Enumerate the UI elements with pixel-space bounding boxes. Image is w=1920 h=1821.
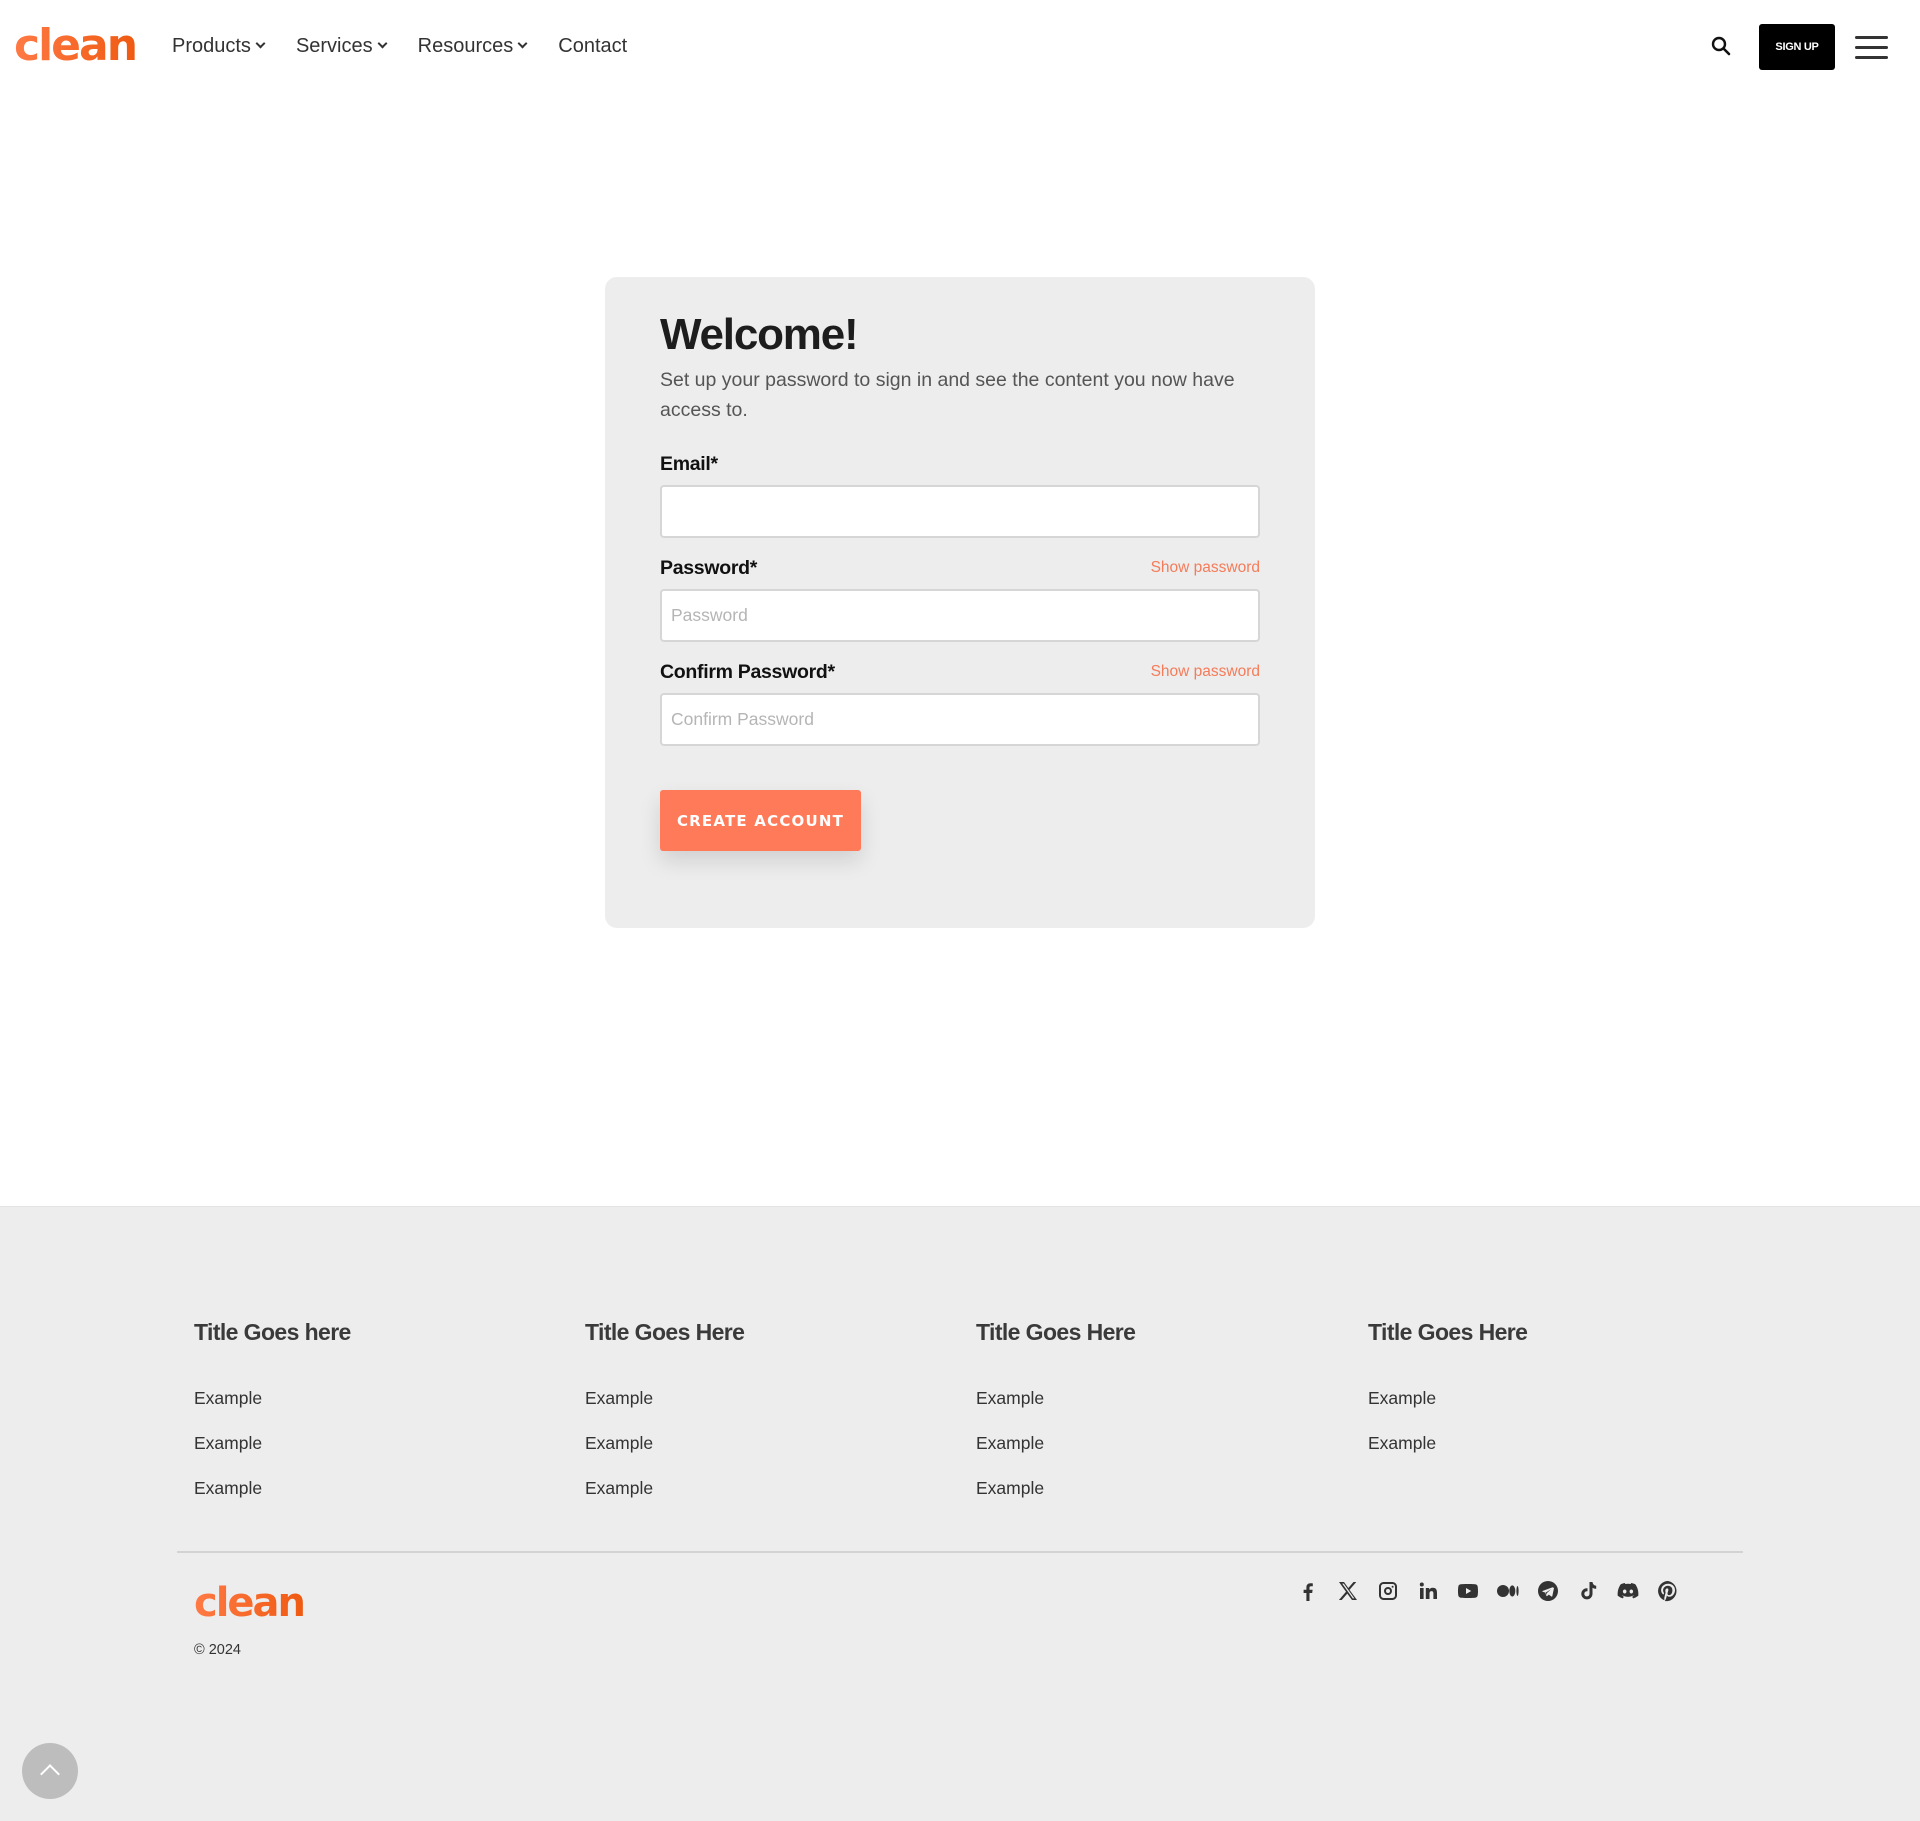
intro-text: Set up your password to sign in and see … [660, 369, 1235, 421]
footer-divider [177, 1551, 1743, 1553]
pinterest-icon[interactable] [1656, 1579, 1680, 1603]
footer-column-title: Title Goes here [194, 1319, 351, 1345]
footer-column: Title Goes Here Example Example [1368, 1317, 1528, 1477]
linkedin-icon[interactable] [1416, 1579, 1440, 1603]
footer-link[interactable]: Example [976, 1432, 1135, 1454]
footer-column-title: Title Goes Here [976, 1319, 1136, 1345]
footer-column: Title Goes here Example Example Example [194, 1317, 351, 1522]
copyright: © 2024 [194, 1642, 241, 1658]
footer-link[interactable]: Example [194, 1477, 351, 1499]
chevron-down-icon [517, 38, 528, 49]
nav-item-contact[interactable]: Contact [558, 30, 627, 62]
nav-item-services[interactable]: Services [295, 30, 388, 62]
nav-label: Services [295, 35, 373, 57]
chevron-down-icon [255, 38, 266, 49]
footer-link[interactable]: Example [976, 1477, 1135, 1499]
footer-logo[interactable]: clean [194, 1575, 306, 1631]
main-nav: Products Services Resources Contact [172, 30, 659, 62]
footer-column-title: Title Goes Here [585, 1319, 745, 1345]
instagram-icon[interactable] [1376, 1579, 1400, 1603]
password-label: Password* [660, 557, 758, 579]
nav-label: Products [172, 35, 251, 57]
search-icon[interactable] [1711, 36, 1731, 56]
footer-link[interactable]: Example [976, 1387, 1135, 1409]
brand-logo[interactable]: clean [14, 16, 138, 76]
footer-link[interactable]: Example [1368, 1432, 1527, 1454]
x-icon[interactable] [1336, 1579, 1360, 1603]
footer-column-title: Title Goes Here [1368, 1319, 1528, 1345]
signup-card: Welcome! Set up your password to sign in… [605, 277, 1315, 928]
footer-column: Title Goes Here Example Example Example [976, 1317, 1136, 1522]
footer-link[interactable]: Example [585, 1432, 744, 1454]
nav-item-products[interactable]: Products [172, 30, 266, 62]
page-title: Welcome! [660, 310, 859, 359]
nav-label: Resources [417, 35, 514, 57]
youtube-icon[interactable] [1456, 1579, 1480, 1603]
password-field[interactable] [660, 589, 1260, 642]
facebook-icon[interactable] [1296, 1579, 1320, 1603]
telegram-icon[interactable] [1536, 1579, 1560, 1603]
hamburger-menu-icon[interactable] [1855, 34, 1888, 60]
discord-icon[interactable] [1616, 1579, 1640, 1603]
tiktok-icon[interactable] [1576, 1579, 1600, 1603]
email-label: Email* [660, 453, 718, 475]
footer-link[interactable]: Example [1368, 1387, 1527, 1409]
confirm-password-field[interactable] [660, 693, 1260, 746]
create-account-button[interactable]: CREATE ACCOUNT [660, 790, 861, 851]
social-links [1296, 1579, 1696, 1603]
footer-link[interactable]: Example [585, 1477, 744, 1499]
scroll-to-top-button[interactable] [22, 1743, 78, 1799]
sign-up-button[interactable]: SIGN UP [1759, 24, 1835, 70]
show-confirm-password-link[interactable]: Show password [1151, 663, 1260, 681]
footer-link[interactable]: Example [194, 1387, 351, 1409]
confirm-password-label: Confirm Password* [660, 661, 835, 683]
footer-link[interactable]: Example [585, 1387, 744, 1409]
page: clean Products Services Resources Contac… [0, 0, 1920, 1821]
chevron-down-icon [377, 38, 388, 49]
site-header: clean Products Services Resources Contac… [0, 0, 1920, 94]
nav-label: Contact [558, 35, 628, 57]
email-field[interactable] [660, 485, 1260, 538]
footer-link[interactable]: Example [194, 1432, 351, 1454]
nav-item-resources[interactable]: Resources [417, 30, 528, 62]
footer-column: Title Goes Here Example Example Example [585, 1317, 745, 1522]
show-password-link[interactable]: Show password [1151, 559, 1260, 577]
medium-icon[interactable] [1496, 1579, 1520, 1603]
site-footer: Title Goes here Example Example Example … [0, 1206, 1920, 1821]
